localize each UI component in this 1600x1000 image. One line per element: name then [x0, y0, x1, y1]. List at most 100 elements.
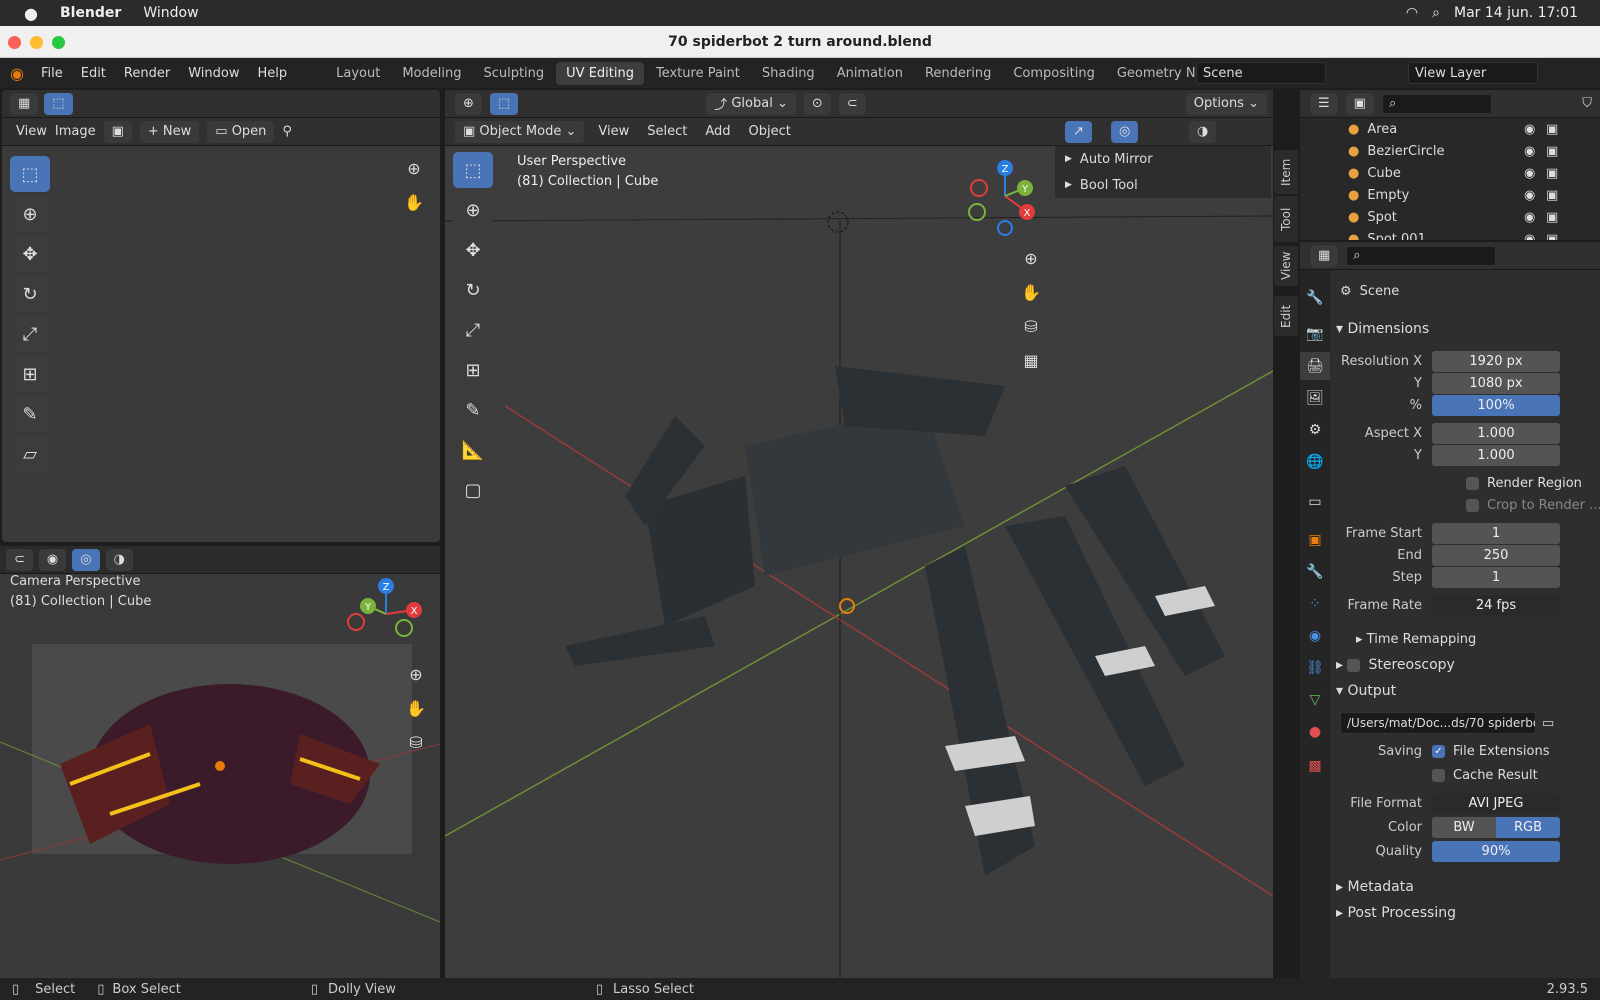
- outliner-item[interactable]: ● Spot.001 ◉ ▣: [1300, 228, 1600, 241]
- object-mode-dropdown[interactable]: ▣ Object Mode ⌄: [455, 120, 585, 143]
- tool-tab-icon[interactable]: 🔧: [1300, 284, 1330, 312]
- image-browse-icon[interactable]: ▣: [103, 120, 132, 143]
- viewport-pan-icon[interactable]: ✋: [1017, 278, 1045, 306]
- visibility-eye-icon[interactable]: ◉: [1524, 122, 1535, 137]
- time-remapping-panel[interactable]: ▸ Time Remapping: [1356, 626, 1600, 652]
- scene-tab-icon[interactable]: ⚙: [1300, 416, 1330, 444]
- stereoscopy-panel[interactable]: ▸ Stereoscopy: [1336, 652, 1588, 678]
- cursor-tool-icon[interactable]: ⊕: [10, 196, 50, 232]
- pivot-dropdown[interactable]: ⊙: [803, 92, 831, 115]
- resolution-percent-field[interactable]: 100%: [1432, 394, 1560, 416]
- zoom-icon[interactable]: ⊕: [400, 154, 428, 182]
- visibility-eye-icon[interactable]: ◉: [1524, 166, 1535, 181]
- view-layer-tab-icon[interactable]: 🖼: [1300, 384, 1330, 412]
- resolution-x-field[interactable]: 1920 px: [1432, 350, 1560, 372]
- hand-pan-icon[interactable]: ✋: [400, 188, 428, 216]
- render-camera-icon[interactable]: ▣: [1546, 122, 1558, 137]
- snap-icon[interactable]: ⊂: [6, 548, 33, 571]
- datetime[interactable]: Mar 14 jun. 17:01: [1454, 5, 1578, 21]
- wifi-icon[interactable]: ◠: [1406, 5, 1418, 21]
- viewport-grid-icon[interactable]: ▦: [1017, 346, 1045, 374]
- output-tab-icon[interactable]: 🖨: [1300, 352, 1330, 380]
- menu-window[interactable]: Window: [179, 66, 248, 81]
- minimize-window-button[interactable]: [30, 36, 43, 49]
- visibility-eye-icon[interactable]: ◉: [1524, 144, 1535, 159]
- sidebar-tab-view[interactable]: View: [1274, 246, 1298, 286]
- visibility-eye-icon[interactable]: ◉: [1524, 232, 1535, 241]
- workspace-tab-texture-paint[interactable]: Texture Paint: [646, 62, 750, 85]
- render-camera-icon[interactable]: ▣: [1546, 144, 1558, 159]
- workspace-tab-animation[interactable]: Animation: [827, 62, 913, 85]
- blender-logo-icon[interactable]: ◉: [10, 64, 24, 83]
- metadata-panel[interactable]: ▸ Metadata: [1336, 874, 1588, 900]
- snap-icon[interactable]: ⊂: [838, 92, 866, 115]
- display-mode-icon[interactable]: ▣: [1345, 92, 1374, 115]
- modifier-tab-icon[interactable]: 🔧: [1300, 558, 1330, 586]
- dimensions-panel[interactable]: ▾ Dimensions: [1336, 316, 1588, 342]
- uv-image-menu[interactable]: Image: [55, 124, 96, 139]
- render-camera-icon[interactable]: ▣: [1546, 188, 1558, 203]
- outliner-item[interactable]: ● Area ◉ ▣: [1300, 118, 1600, 140]
- menu-help[interactable]: Help: [248, 66, 296, 81]
- menu-render[interactable]: Render: [115, 66, 179, 81]
- sidebar-tab-edit[interactable]: Edit: [1274, 296, 1298, 336]
- transform-tool-icon[interactable]: ⊞: [10, 356, 50, 392]
- camera-gizmo[interactable]: Z X Y: [346, 574, 426, 654]
- data-tab-icon[interactable]: ▽: [1300, 686, 1330, 714]
- color-bw-button[interactable]: BW: [1432, 816, 1496, 838]
- orientation-dropdown[interactable]: ⤴ Global ⌄: [706, 92, 796, 115]
- post-processing-panel[interactable]: ▸ Post Processing: [1336, 900, 1588, 926]
- output-panel[interactable]: ▾ Output: [1336, 678, 1588, 704]
- options-dropdown[interactable]: Options ⌄: [1185, 92, 1267, 115]
- npanel-auto-mirror[interactable]: ▶ Auto Mirror: [1055, 146, 1271, 172]
- view-gizmo-icon[interactable]: ◉: [38, 548, 67, 571]
- viewport-zoom-icon[interactable]: ⊕: [1017, 244, 1045, 272]
- frame-end-field[interactable]: 250: [1432, 544, 1560, 566]
- move-tool-icon[interactable]: ✥: [453, 232, 493, 268]
- cursor-tool-icon[interactable]: ⊕: [453, 192, 493, 228]
- cache-result-checkbox[interactable]: [1432, 768, 1445, 782]
- rotate-tool-icon[interactable]: ↻: [453, 272, 493, 308]
- menu-file[interactable]: File: [32, 66, 72, 81]
- zoom-window-button[interactable]: [52, 36, 65, 49]
- visibility-eye-icon[interactable]: ◉: [1524, 188, 1535, 203]
- npanel-bool-tool[interactable]: ▶ Bool Tool: [1055, 172, 1271, 198]
- outliner-search[interactable]: ⌕: [1381, 93, 1492, 114]
- folder-icon[interactable]: ▭: [1542, 716, 1554, 731]
- quality-slider[interactable]: 90%: [1432, 840, 1560, 862]
- file-extensions-checkbox[interactable]: ✓: [1432, 744, 1445, 758]
- camera-pan-icon[interactable]: ✋: [402, 694, 430, 722]
- add-cube-tool-icon[interactable]: ▢: [453, 472, 493, 508]
- texture-tab-icon[interactable]: ▩: [1300, 752, 1330, 780]
- annotate-tool-icon[interactable]: ✎: [10, 396, 50, 432]
- camera-zoom-icon[interactable]: ⊕: [402, 660, 430, 688]
- workspace-tab-rendering[interactable]: Rendering: [915, 62, 1001, 85]
- window-menu[interactable]: Window: [143, 5, 198, 21]
- rotate-tool-icon[interactable]: ↻: [10, 276, 50, 312]
- workspace-tab-shading[interactable]: Shading: [752, 62, 825, 85]
- aspect-x-field[interactable]: 1.000: [1432, 422, 1560, 444]
- particles-tab-icon[interactable]: ⁘: [1300, 590, 1330, 618]
- properties-type-icon[interactable]: ▦: [1310, 244, 1339, 267]
- resolution-y-field[interactable]: 1080 px: [1432, 372, 1560, 394]
- frame-step-field[interactable]: 1: [1432, 566, 1560, 588]
- grab-tool-icon[interactable]: ▱: [10, 436, 50, 472]
- file-format-dropdown[interactable]: AVI JPEG: [1432, 792, 1560, 814]
- frame-start-field[interactable]: 1: [1432, 522, 1560, 544]
- scale-tool-icon[interactable]: ⤢: [10, 316, 50, 352]
- app-menu[interactable]: Blender: [60, 5, 121, 21]
- camera-view-icon[interactable]: ⛁: [402, 728, 430, 756]
- properties-search[interactable]: ⌕: [1346, 245, 1497, 266]
- workspace-tab-modeling[interactable]: Modeling: [392, 62, 471, 85]
- viewport-menu-add[interactable]: Add: [705, 124, 730, 139]
- uv-view-menu[interactable]: View: [16, 124, 47, 139]
- visibility-eye-icon[interactable]: ◉: [1524, 210, 1535, 225]
- transform-tool-icon[interactable]: ⊞: [453, 352, 493, 388]
- crop-checkbox[interactable]: Crop to Render ...: [1466, 494, 1600, 516]
- output-path-field[interactable]: /Users/mat/Doc...ds/70 spiderbot: [1340, 712, 1536, 734]
- world-tab-icon[interactable]: 🌐: [1300, 448, 1330, 476]
- apple-icon[interactable]: ●: [24, 4, 38, 23]
- render-camera-icon[interactable]: ▣: [1546, 232, 1558, 241]
- render-tab-icon[interactable]: 📷: [1300, 320, 1330, 348]
- new-image-button[interactable]: + New: [139, 120, 200, 143]
